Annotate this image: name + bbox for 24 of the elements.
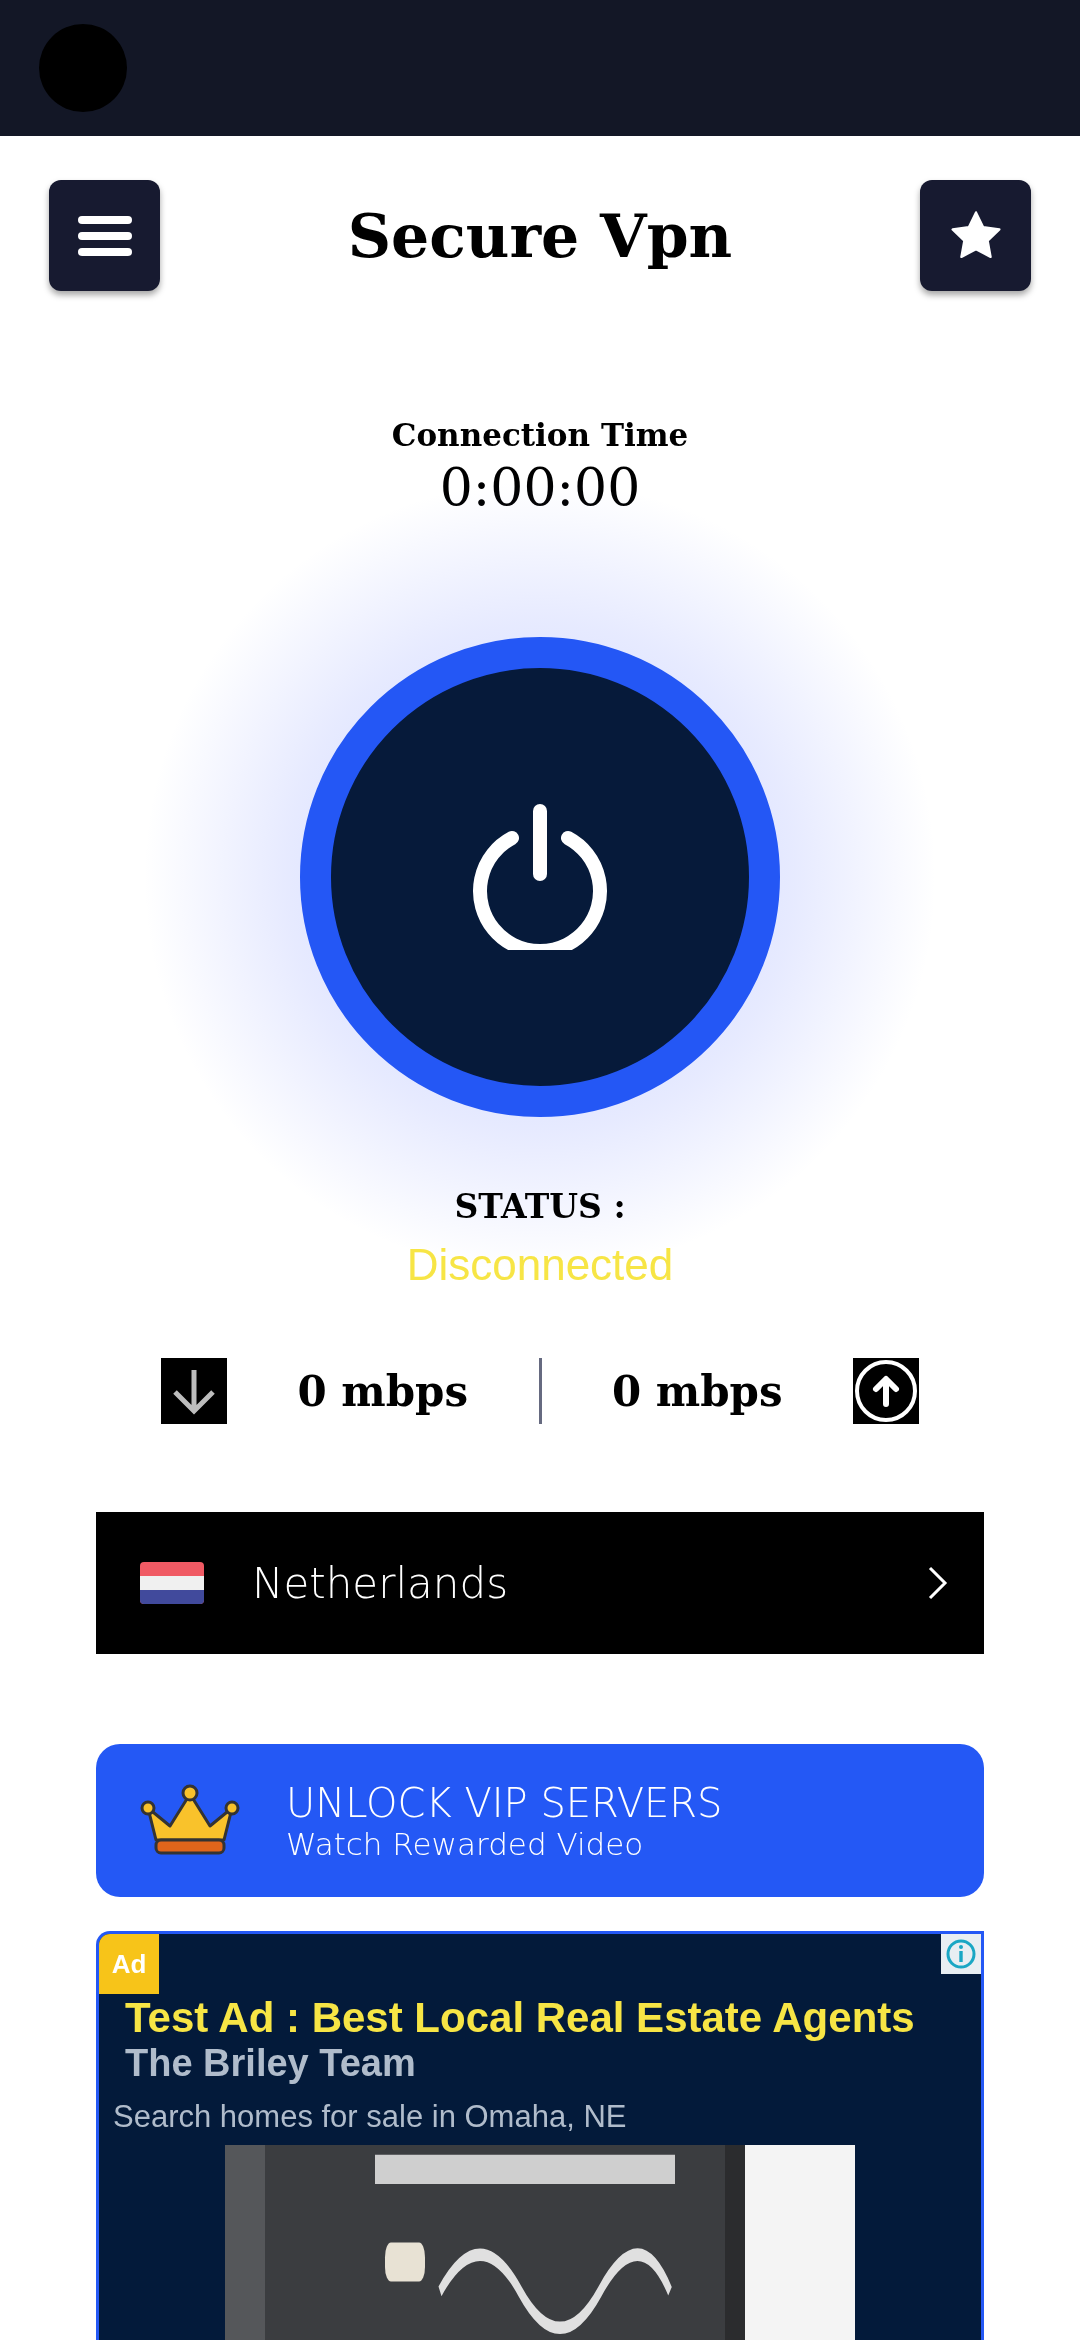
vip-title: UNLOCK VIP SERVERS [286, 1779, 723, 1826]
download-speed: 0 mbps [296, 1366, 470, 1416]
unlock-vip-button[interactable]: UNLOCK VIP SERVERS Watch Rewarded Video [96, 1744, 984, 1897]
upload-arrow-icon [853, 1358, 919, 1424]
upload-speed: 0 mbps [610, 1366, 784, 1416]
ad-advertiser: The Briley Team [125, 2042, 417, 2085]
ad-headline: Test Ad : Best Local Real Estate Agents [125, 1994, 916, 2042]
favorite-button[interactable] [920, 180, 1031, 291]
flag-icon [140, 1562, 204, 1604]
vip-subtitle: Watch Rewarded Video [286, 1825, 644, 1862]
status-label: STATUS : [454, 1187, 626, 1226]
ad-description: Search homes for sale in Omaha, NE [113, 2099, 628, 2135]
ad-badge: Ad [99, 1934, 159, 1994]
status-value: Disconnected [406, 1240, 674, 1290]
app-title: Secure Vpn [347, 200, 733, 271]
menu-icon [77, 215, 132, 256]
power-icon [470, 804, 610, 950]
connection-timer: 0:00:00 [439, 457, 641, 517]
crown-icon [140, 1783, 240, 1858]
chevron-right-icon [928, 1566, 948, 1600]
server-selector[interactable]: Netherlands [96, 1512, 984, 1654]
ad-banner[interactable]: Ad Test Ad : Best Local Real Estate Agents The Briley Team Search homes for sale in Omaha, NE [96, 1931, 984, 2340]
menu-button[interactable] [49, 180, 160, 291]
connection-time-label: Connection Time [391, 417, 689, 453]
